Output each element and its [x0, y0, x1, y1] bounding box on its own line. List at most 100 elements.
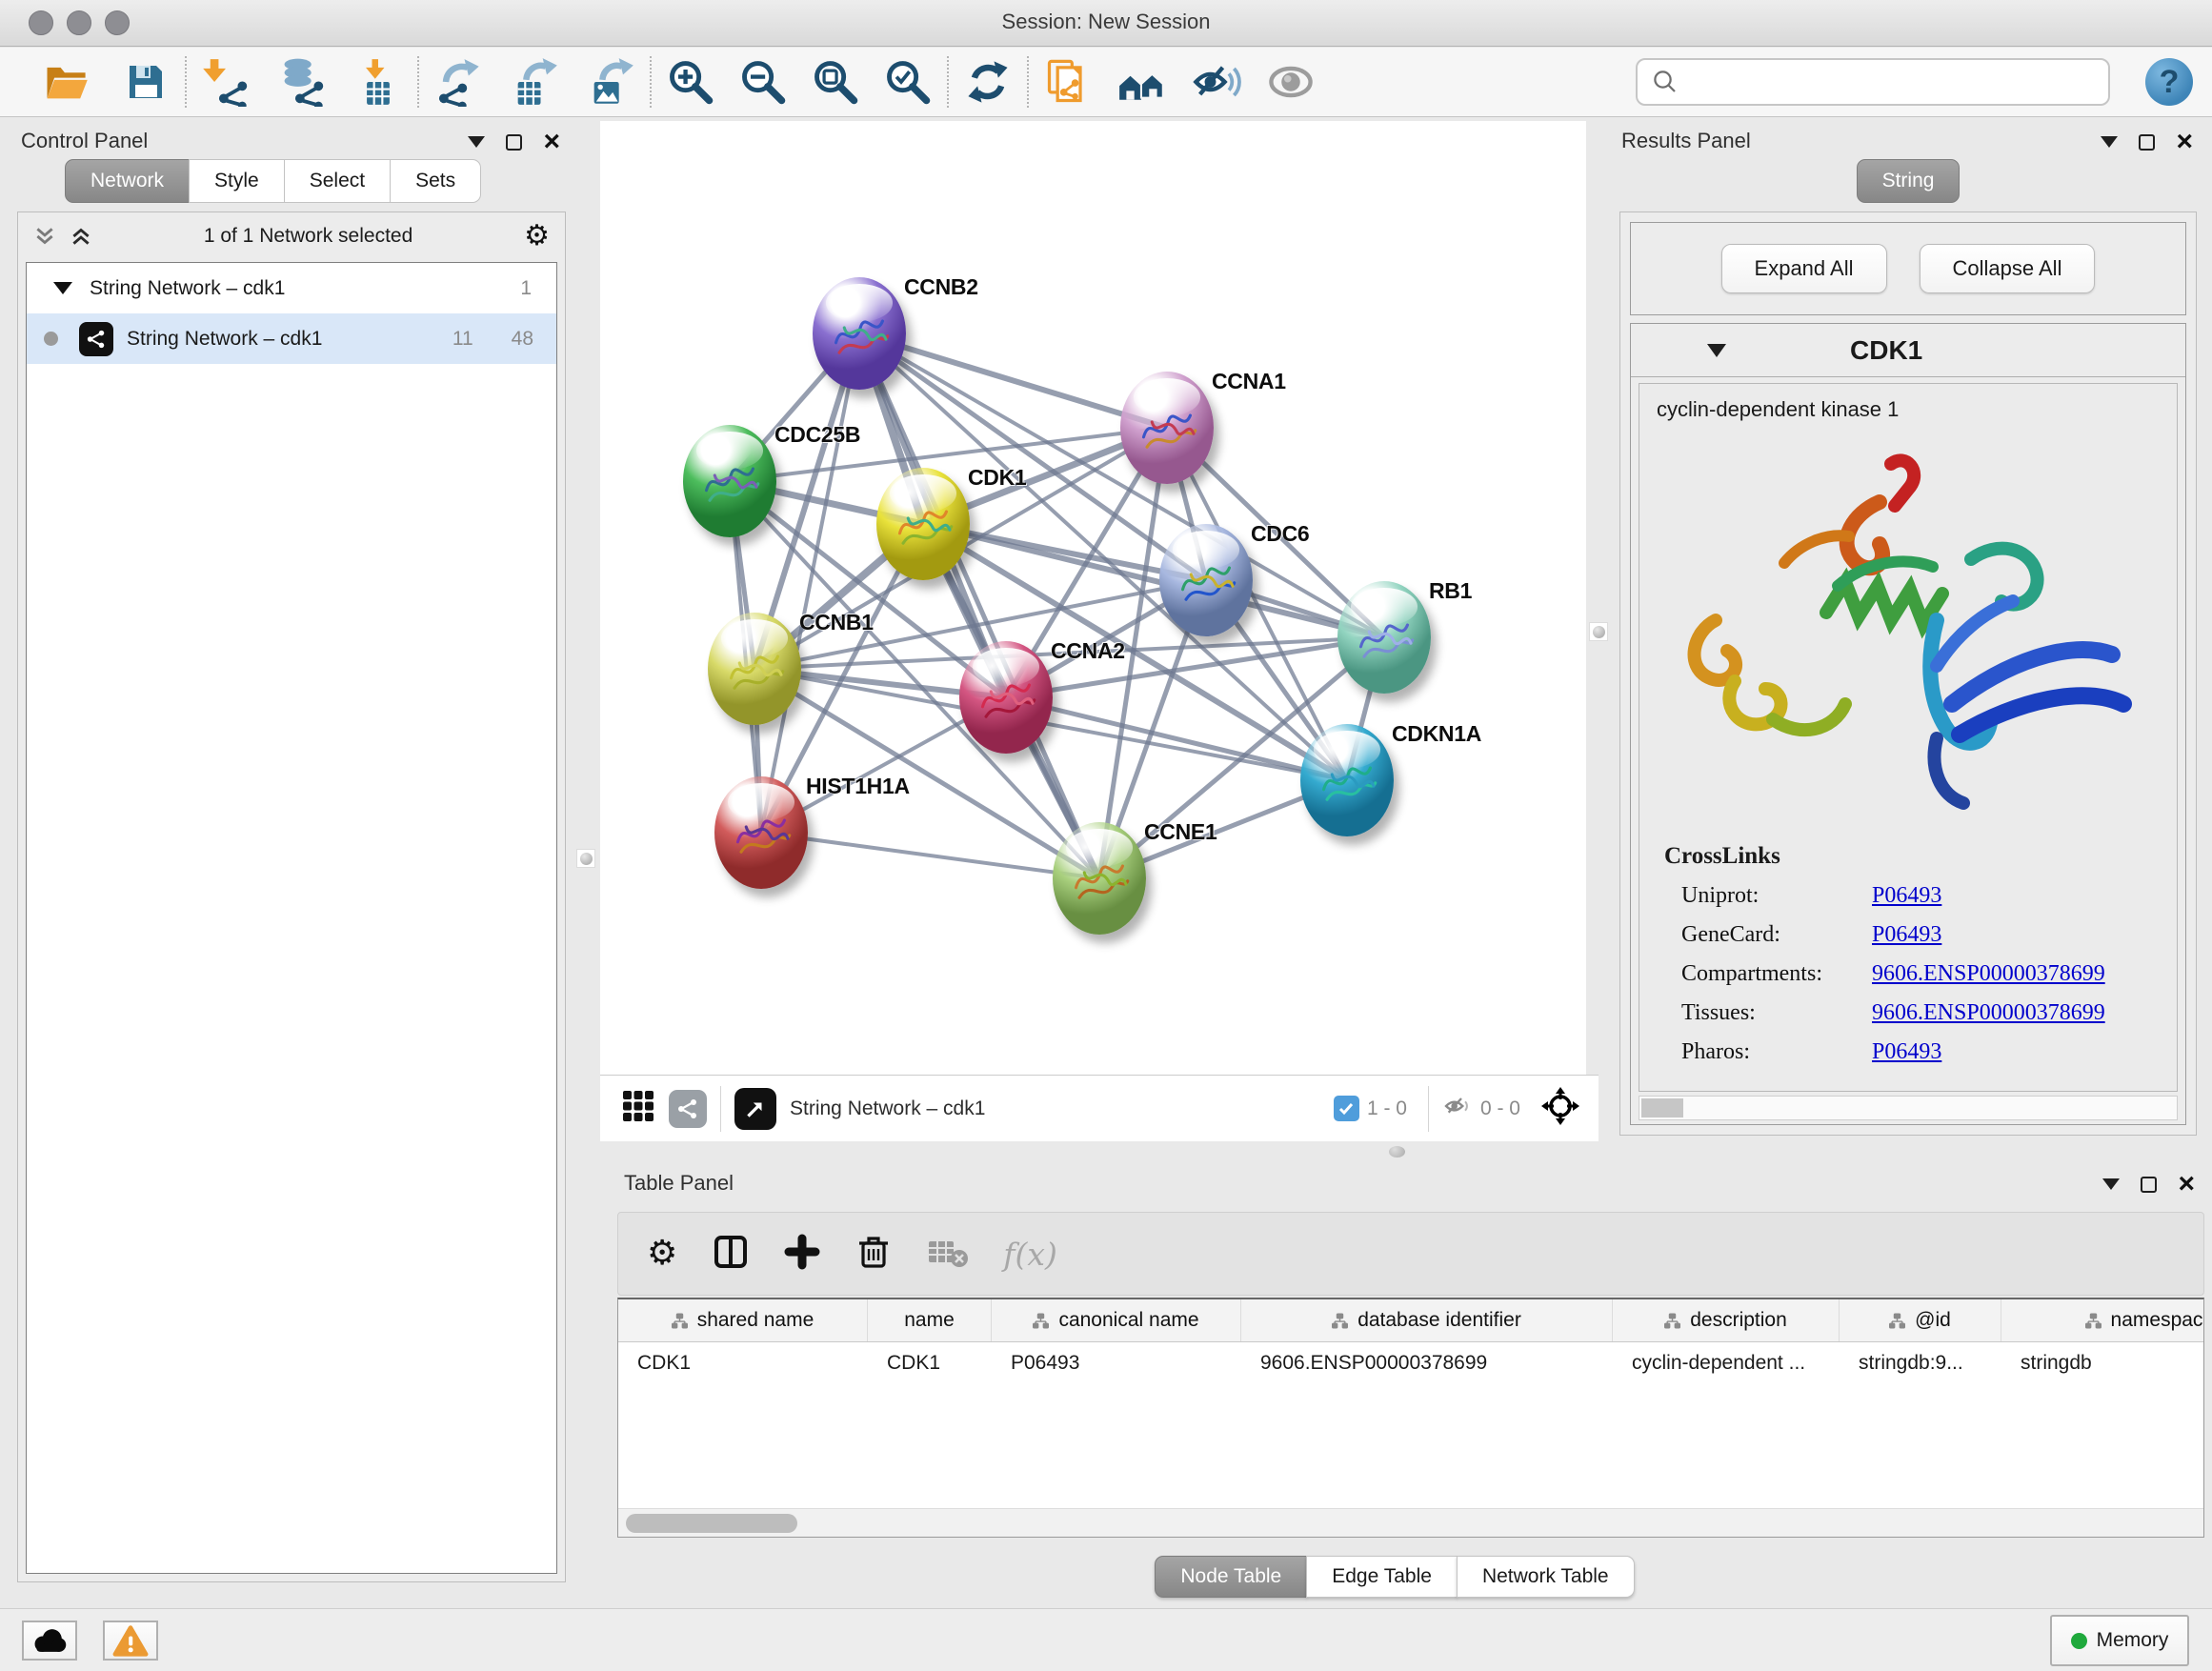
- tab-network[interactable]: Network: [65, 159, 190, 203]
- node-CCNB1[interactable]: [708, 613, 801, 725]
- crosslink-link[interactable]: 9606.ENSP00000378699: [1872, 1000, 2105, 1026]
- column-header-database-identifier[interactable]: database identifier: [1241, 1299, 1613, 1341]
- save-session-icon[interactable]: [116, 52, 175, 111]
- left-splitter-handle[interactable]: [576, 849, 595, 868]
- warnings-button[interactable]: [103, 1621, 158, 1661]
- expand-all-button[interactable]: Expand All: [1721, 244, 1887, 293]
- panel-float-icon[interactable]: [2139, 134, 2155, 151]
- table-cell[interactable]: stringdb: [2001, 1342, 2204, 1384]
- tab-network-table[interactable]: Network Table: [1457, 1556, 1635, 1598]
- export-image-icon[interactable]: [581, 52, 640, 111]
- cloud-status-button[interactable]: [22, 1621, 77, 1661]
- collapse-all-icon[interactable]: [33, 225, 56, 248]
- column-header-shared-name[interactable]: shared name: [618, 1299, 868, 1341]
- gear-icon[interactable]: ⚙: [524, 222, 550, 251]
- node-CDKN1A[interactable]: [1300, 724, 1394, 836]
- panel-close-icon[interactable]: ×: [2176, 132, 2193, 151]
- crosslink-link[interactable]: 9606.ENSP00000378699: [1872, 961, 2105, 987]
- crosslink-link[interactable]: P06493: [1872, 922, 1941, 948]
- gene-card-header[interactable]: CDK1: [1631, 324, 2185, 377]
- birdseye-grid-icon[interactable]: [621, 1089, 655, 1128]
- table-cell[interactable]: stringdb:9...: [1840, 1342, 2001, 1384]
- panel-menu-icon[interactable]: [468, 136, 485, 148]
- column-header-description[interactable]: description: [1613, 1299, 1840, 1341]
- pan-crosshair-icon[interactable]: [1539, 1085, 1581, 1132]
- node-CCNB2[interactable]: [813, 277, 906, 390]
- node-CCNA2[interactable]: [959, 641, 1053, 754]
- network-collection-row[interactable]: String Network – cdk1 1: [27, 263, 556, 313]
- panel-menu-icon[interactable]: [2102, 1178, 2120, 1190]
- bottom-splitter-handle[interactable]: [1389, 1146, 1405, 1158]
- crosslink-link[interactable]: P06493: [1872, 1039, 1941, 1065]
- table-hscrollbar[interactable]: [618, 1508, 2203, 1537]
- node-structure-thumbnail: [1066, 843, 1133, 916]
- panel-float-icon[interactable]: [506, 134, 522, 151]
- node-RB1[interactable]: [1337, 581, 1431, 694]
- show-columns-icon[interactable]: [712, 1233, 750, 1276]
- node-CDC6[interactable]: [1159, 524, 1253, 636]
- search-input[interactable]: [1689, 60, 2108, 104]
- zoom-selected-icon[interactable]: [878, 52, 937, 111]
- tab-node-table[interactable]: Node Table: [1155, 1556, 1307, 1598]
- tab-string[interactable]: String: [1857, 159, 1961, 203]
- node-CDC25B[interactable]: [683, 425, 776, 537]
- node-CCNA1[interactable]: [1120, 372, 1214, 484]
- table-options-gear-icon[interactable]: ⚙: [647, 1237, 677, 1271]
- expand-all-icon[interactable]: [70, 225, 92, 248]
- tab-edge-table[interactable]: Edge Table: [1306, 1556, 1458, 1598]
- refresh-view-icon[interactable]: [958, 52, 1017, 111]
- node-CDK1[interactable]: [876, 468, 970, 580]
- import-network-from-database-icon[interactable]: [272, 52, 332, 111]
- panel-close-icon[interactable]: ×: [2178, 1175, 2195, 1194]
- collapse-card-icon[interactable]: [1707, 344, 1726, 357]
- selected-checkbox-icon[interactable]: [1334, 1096, 1359, 1121]
- crosslink-link[interactable]: P06493: [1872, 883, 1941, 909]
- delete-column-trash-icon[interactable]: [855, 1233, 893, 1276]
- zoom-in-icon[interactable]: [661, 52, 720, 111]
- search-networks-icon[interactable]: [1113, 52, 1172, 111]
- table-cell[interactable]: CDK1: [868, 1342, 992, 1384]
- column-header-namespac[interactable]: namespac: [2001, 1299, 2204, 1341]
- table-cell[interactable]: 9606.ENSP00000378699: [1241, 1342, 1613, 1384]
- network-canvas[interactable]: CCNB2CCNA1CDC25BCDK1CDC6RB1CCNB1CCNA2CDK…: [600, 121, 1586, 1075]
- zoom-fit-icon[interactable]: [806, 52, 865, 111]
- table-cell[interactable]: CDK1: [618, 1342, 868, 1384]
- network-status-dot-icon: [44, 332, 58, 346]
- table-cell[interactable]: cyclin-dependent ...: [1613, 1342, 1840, 1384]
- tab-sets[interactable]: Sets: [390, 159, 481, 203]
- edge-CCNB2-HIST1H1A[interactable]: [761, 333, 859, 833]
- open-session-icon[interactable]: [36, 52, 95, 111]
- hide-selected-eye-icon[interactable]: [1187, 52, 1246, 111]
- zoom-out-icon[interactable]: [734, 52, 793, 111]
- show-all-eye-icon[interactable]: [1261, 52, 1320, 111]
- right-splitter-handle[interactable]: [1589, 622, 1608, 641]
- panel-close-icon[interactable]: ×: [543, 132, 560, 151]
- panel-float-icon[interactable]: [2141, 1177, 2157, 1193]
- import-table-from-file-icon[interactable]: [349, 52, 408, 111]
- panel-menu-icon[interactable]: [2101, 136, 2118, 148]
- export-network-icon[interactable]: [429, 52, 488, 111]
- network-row[interactable]: String Network – cdk1 11 48: [27, 313, 556, 364]
- column-header-name[interactable]: name: [868, 1299, 992, 1341]
- export-table-icon[interactable]: [505, 52, 564, 111]
- network-type-icon: [79, 322, 113, 356]
- tree-expand-icon[interactable]: [53, 282, 72, 294]
- results-hscrollbar[interactable]: [1639, 1096, 2178, 1120]
- network-share-icon[interactable]: [669, 1090, 707, 1128]
- table-row[interactable]: CDK1CDK1P064939606.ENSP00000378699cyclin…: [618, 1342, 2203, 1384]
- create-column-plus-icon[interactable]: [784, 1234, 820, 1275]
- tab-style[interactable]: Style: [189, 159, 285, 203]
- help-button[interactable]: ?: [2145, 58, 2193, 106]
- node-HIST1H1A[interactable]: [714, 776, 808, 889]
- column-header-canonical-name[interactable]: canonical name: [992, 1299, 1241, 1341]
- open-external-icon[interactable]: [734, 1088, 776, 1130]
- tab-select[interactable]: Select: [284, 159, 391, 203]
- edge-HIST1H1A-CCNE1[interactable]: [761, 833, 1099, 878]
- memory-button[interactable]: Memory: [2050, 1615, 2189, 1666]
- collapse-all-button[interactable]: Collapse All: [1920, 244, 2096, 293]
- table-cell[interactable]: P06493: [992, 1342, 1241, 1384]
- import-network-from-file-icon[interactable]: [196, 52, 255, 111]
- open-in-cytoscape-web-icon[interactable]: [1038, 52, 1097, 111]
- node-CCNE1[interactable]: [1053, 822, 1146, 935]
- column-header--id[interactable]: @id: [1840, 1299, 2001, 1341]
